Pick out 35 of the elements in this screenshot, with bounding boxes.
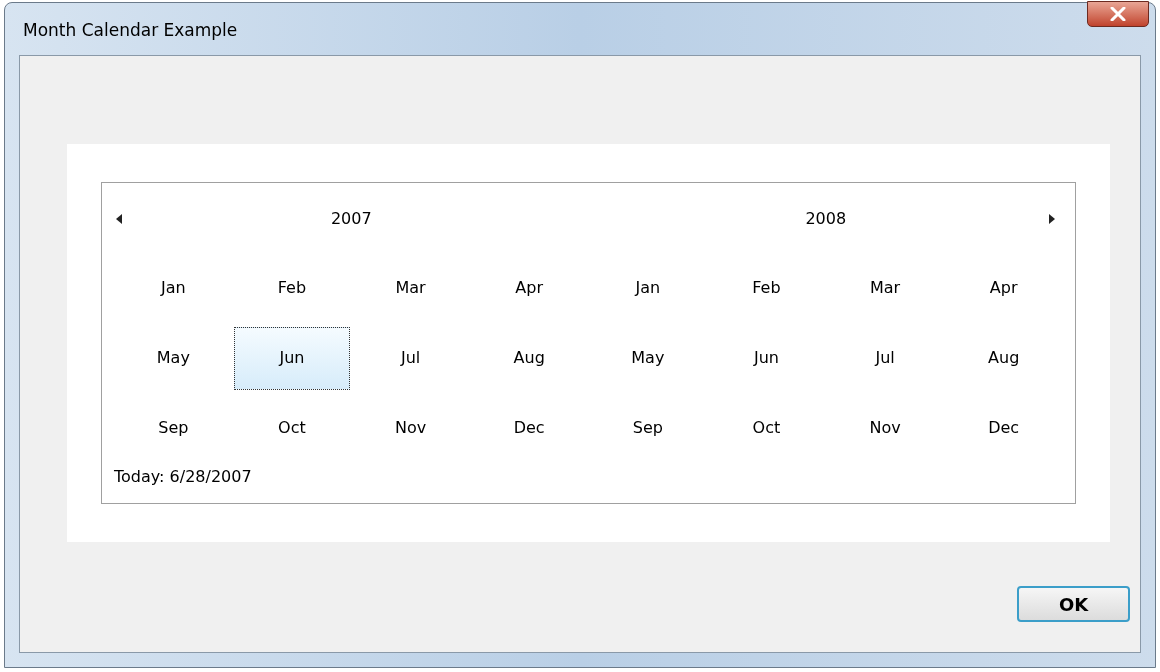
month-cell[interactable]: Apr bbox=[471, 256, 588, 320]
month-cell[interactable]: Apr bbox=[945, 256, 1062, 320]
year-label[interactable]: 2008 bbox=[805, 207, 847, 231]
month-cell[interactable]: Mar bbox=[827, 256, 944, 320]
month-cell[interactable]: Sep bbox=[115, 396, 232, 460]
left-triangle-icon bbox=[116, 214, 122, 224]
next-button[interactable] bbox=[1049, 213, 1057, 225]
month-cell[interactable]: Nov bbox=[352, 396, 469, 460]
month-cell[interactable]: Aug bbox=[945, 326, 1062, 390]
month-cell[interactable]: Aug bbox=[471, 326, 588, 390]
month-cell[interactable]: Feb bbox=[708, 256, 825, 320]
month-cell[interactable]: Dec bbox=[945, 396, 1062, 460]
close-button[interactable] bbox=[1087, 1, 1149, 27]
month-cell[interactable]: Feb bbox=[233, 256, 350, 320]
month-cell[interactable]: Jun bbox=[708, 326, 825, 390]
close-icon bbox=[1110, 7, 1126, 21]
window-title: Month Calendar Example bbox=[23, 19, 238, 42]
month-cell[interactable]: Oct bbox=[233, 396, 350, 460]
month-cell[interactable]: Jan bbox=[589, 256, 706, 320]
previous-button[interactable] bbox=[116, 213, 124, 225]
month-cell[interactable]: Jul bbox=[827, 326, 944, 390]
month-cell[interactable]: Nov bbox=[827, 396, 944, 460]
right-triangle-icon bbox=[1049, 214, 1055, 224]
month-cell[interactable]: Sep bbox=[589, 396, 706, 460]
month-cell[interactable]: Oct bbox=[708, 396, 825, 460]
today-label[interactable]: Today: 6/28/2007 bbox=[114, 465, 252, 489]
month-cell[interactable]: May bbox=[115, 326, 232, 390]
year-label[interactable]: 2007 bbox=[330, 207, 372, 231]
month-cell[interactable]: Dec bbox=[471, 396, 588, 460]
month-cell[interactable]: Jan bbox=[115, 256, 232, 320]
month-cell[interactable]: Mar bbox=[352, 256, 469, 320]
month-cell[interactable]: Jun bbox=[233, 326, 350, 390]
month-cell[interactable]: Jul bbox=[352, 326, 469, 390]
ok-button[interactable]: OK bbox=[1017, 586, 1130, 622]
month-cell[interactable]: May bbox=[589, 326, 706, 390]
